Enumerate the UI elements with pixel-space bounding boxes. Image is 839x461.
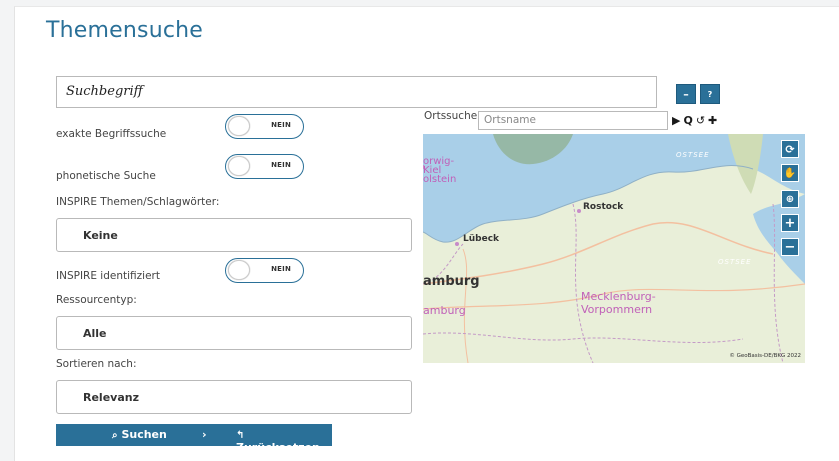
map-label-city: Rostock	[583, 202, 624, 212]
refresh-icon[interactable]: ⟳	[781, 140, 799, 158]
chevron-right-icon: ›	[202, 428, 207, 441]
zoom-out-icon[interactable]: −	[781, 238, 799, 256]
inspire-topics-select[interactable]: Keine	[56, 218, 412, 252]
hand-icon[interactable]: ✋	[781, 164, 799, 182]
inspire-topics-label: INSPIRE Themen/Schlagwörter:	[56, 196, 220, 208]
resource-type-label: Ressourcentyp:	[56, 294, 137, 306]
toggle-knob	[228, 260, 250, 280]
map-label-sea: OSTSEE	[718, 258, 752, 266]
toggle-state: NEIN	[271, 121, 291, 129]
search-icon[interactable]: Q	[683, 114, 692, 127]
map-label-region: Mecklenburg-	[581, 290, 656, 303]
place-search-input[interactable]: Ortsname	[478, 111, 668, 130]
help-button[interactable]: ?	[700, 84, 720, 104]
zoom-box-icon[interactable]: ⊕	[781, 190, 799, 208]
inspire-identified-label: INSPIRE identifiziert	[56, 270, 160, 282]
map-label-city: Lübeck	[463, 234, 500, 244]
sort-label: Sortieren nach:	[56, 358, 137, 370]
map-search-tools: ▶ Q ↺ ✚	[672, 114, 720, 127]
reset-button[interactable]: ↰ Zurücksetzen	[236, 428, 332, 454]
play-icon[interactable]: ▶	[672, 114, 680, 127]
map-attribution: © GeoBasis-DE/BKG 2022	[729, 353, 801, 359]
sort-select[interactable]: Relevanz	[56, 380, 412, 414]
phonetic-search-toggle[interactable]: NEIN	[225, 154, 304, 179]
inspire-identified-toggle[interactable]: NEIN	[225, 258, 304, 283]
collapse-button[interactable]: –	[676, 84, 696, 104]
toggle-knob	[228, 156, 250, 176]
undo-icon[interactable]: ↺	[696, 114, 705, 127]
place-search-label: Ortssuche:	[424, 110, 481, 122]
map-view[interactable]: orwig- Kiel olstein Rostock Lübeck ambur…	[423, 134, 805, 363]
search-button-label: Suchen	[121, 428, 167, 441]
toggle-state: NEIN	[271, 161, 291, 169]
toggle-state: NEIN	[271, 265, 291, 273]
map-label-region: amburg	[423, 304, 466, 317]
phonetic-search-label: phonetische Suche	[56, 170, 156, 182]
page-title: Themensuche	[46, 18, 204, 43]
zoom-in-icon[interactable]: +	[781, 214, 799, 232]
exact-search-label: exakte Begriffssuche	[56, 128, 167, 140]
undo-icon: ↰	[236, 430, 245, 441]
map-label-sea: OSTSEE	[676, 151, 710, 159]
search-icon: ⌕	[112, 430, 118, 441]
pin-icon[interactable]: ✚	[708, 114, 717, 127]
search-term-input[interactable]: Suchbegriff	[56, 76, 657, 108]
map-label-city: amburg	[423, 274, 480, 289]
toggle-knob	[228, 116, 250, 136]
resource-type-select[interactable]: Alle	[56, 316, 412, 350]
map-label-state: olstein	[423, 174, 457, 185]
exact-search-toggle[interactable]: NEIN	[225, 114, 304, 139]
map-label-region: Vorpommern	[581, 303, 653, 316]
search-button[interactable]: ⌕ Suchen	[112, 428, 167, 441]
map-canvas	[423, 134, 805, 363]
reset-button-label: Zurücksetzen	[236, 441, 320, 454]
action-bar: ⌕ Suchen › ↰ Zurücksetzen	[56, 424, 332, 454]
